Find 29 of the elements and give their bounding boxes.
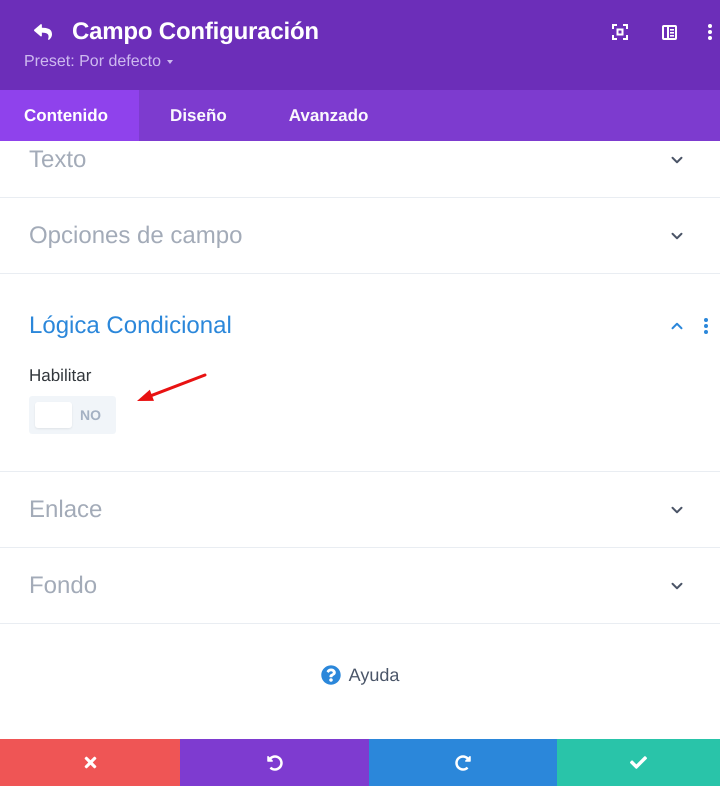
tab[interactable]: Avanzado: [258, 90, 400, 141]
tab[interactable]: Diseño: [139, 90, 258, 141]
more-button[interactable]: [708, 24, 712, 40]
preset-dropdown[interactable]: Preset: Por defecto: [24, 53, 173, 71]
section-title[interactable]: Lógica Condicional: [29, 312, 668, 340]
section-title[interactable]: Enlace: [29, 496, 668, 524]
back-button[interactable]: [34, 23, 52, 41]
help-icon: [320, 665, 341, 685]
undo-icon: [266, 754, 282, 770]
redo-icon: [455, 754, 471, 770]
help-link[interactable]: Ayuda: [320, 664, 400, 686]
toggle-switch[interactable]: NO: [29, 396, 116, 434]
panel-title: Campo Configuración: [72, 18, 320, 46]
close-icon: [82, 754, 98, 771]
section-title[interactable]: Texto: [29, 146, 668, 174]
section-title[interactable]: Opciones de campo: [29, 222, 668, 250]
caret-icon: [166, 60, 173, 64]
more-icon: [704, 318, 708, 334]
more-button[interactable]: [704, 318, 708, 334]
check-icon: [630, 754, 647, 771]
more-icon: [708, 24, 712, 40]
sidebar-layout-icon: [662, 24, 677, 40]
focus-icon: [612, 24, 628, 40]
focus-button[interactable]: [612, 24, 628, 40]
reply-arrow-icon: [34, 23, 52, 41]
section-title[interactable]: Fondo: [29, 572, 668, 600]
field-label: Habilitar: [29, 366, 92, 386]
tab[interactable]: Contenido: [0, 90, 140, 141]
layout-button[interactable]: [662, 24, 677, 40]
